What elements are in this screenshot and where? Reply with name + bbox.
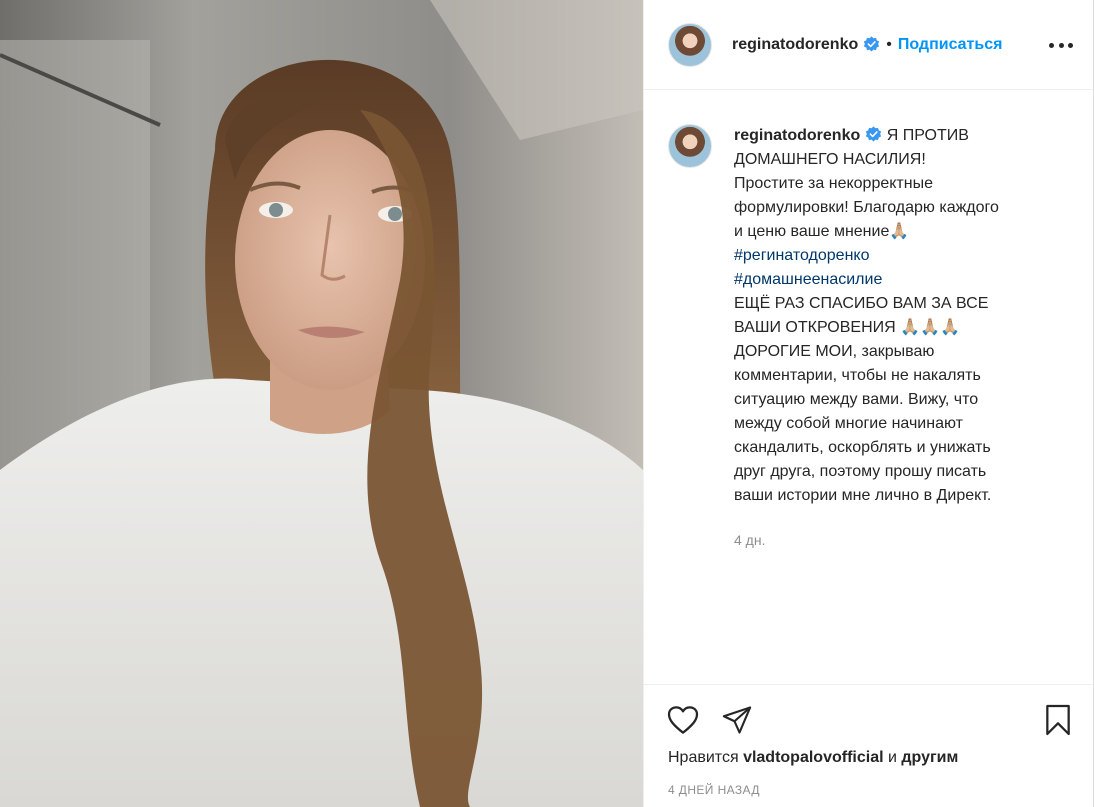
- more-dot: [1068, 42, 1073, 48]
- caption-line: ДОРОГИЕ МОИ, закрываю: [734, 343, 935, 360]
- caption-line: между собой многие начинают: [734, 415, 963, 432]
- caption-time-ago: 4 дн.: [734, 532, 766, 548]
- caption-line: комментарии, чтобы не накалять: [734, 367, 981, 384]
- more-options-icon[interactable]: [1049, 33, 1073, 57]
- caption-username[interactable]: reginatodorenko: [734, 127, 860, 144]
- post-actions-footer: Нравится vladtopalovofficial и другим 4 …: [644, 684, 1093, 807]
- caption-line: ЕЩЁ РАЗ СПАСИБО ВАМ ЗА ВСЕ: [734, 295, 989, 312]
- likes-prefix: Нравится: [668, 749, 739, 766]
- caption-line: скандалить, оскорблять и унижать: [734, 439, 991, 456]
- post-date[interactable]: 4 ДНЕЙ НАЗАД: [668, 783, 760, 797]
- hashtag-link[interactable]: #регинатодоренко: [734, 244, 1054, 268]
- separator-dot: •: [886, 35, 892, 53]
- like-heart-icon[interactable]: [666, 703, 700, 737]
- likes-summary: Нравится vladtopalovofficial и другим: [668, 749, 958, 767]
- post-media-video[interactable]: [0, 0, 643, 807]
- caption-line: ВАШИ ОТКРОВЕНИЯ 🙏🏼🙏🏼🙏🏼: [734, 319, 960, 336]
- caption-line: Я ПРОТИВ: [886, 127, 969, 144]
- post-header: reginatodorenko • Подписаться: [644, 0, 1093, 90]
- liked-by-user-link[interactable]: vladtopalovofficial: [743, 749, 883, 766]
- verified-badge-icon: [865, 126, 882, 143]
- caption-line: и ценю ваше мнение🙏🏼: [734, 223, 910, 240]
- caption-line: ваши истории мне лично в Директ.: [734, 487, 992, 504]
- author-username[interactable]: reginatodorenko: [732, 36, 858, 54]
- verified-badge-icon: [863, 36, 880, 53]
- caption-line: формулировки! Благодарю каждого: [734, 199, 999, 216]
- video-frame-illustration: [0, 0, 643, 807]
- caption-author-avatar[interactable]: [668, 124, 712, 168]
- hashtag-link[interactable]: #домашнеенасилие: [734, 268, 1054, 292]
- caption-line: ситуацию между вами. Вижу, что: [734, 391, 979, 408]
- caption-text: reginatodorenko Я ПРОТИВ ДОМАШНЕГО НАСИЛ…: [734, 124, 1054, 552]
- liked-by-others-link[interactable]: другим: [901, 749, 958, 766]
- share-direct-icon[interactable]: [720, 703, 754, 737]
- more-dot: [1049, 42, 1054, 48]
- post-details-panel: reginatodorenko • Подписаться reginatodo…: [643, 0, 1094, 807]
- follow-button[interactable]: Подписаться: [898, 36, 1003, 54]
- save-bookmark-icon[interactable]: [1041, 703, 1075, 737]
- more-dot: [1058, 42, 1064, 48]
- caption-line: ДОМАШНЕГО НАСИЛИЯ!: [734, 151, 926, 168]
- post-caption: reginatodorenko Я ПРОТИВ ДОМАШНЕГО НАСИЛ…: [668, 124, 1063, 552]
- caption-line: Простите за некорректные: [734, 175, 933, 192]
- caption-line: друг друга, поэтому прошу писать: [734, 463, 987, 480]
- likes-and: и: [887, 749, 897, 766]
- caption-first-line: reginatodorenko Я ПРОТИВ: [734, 124, 1054, 148]
- author-avatar[interactable]: [668, 22, 712, 67]
